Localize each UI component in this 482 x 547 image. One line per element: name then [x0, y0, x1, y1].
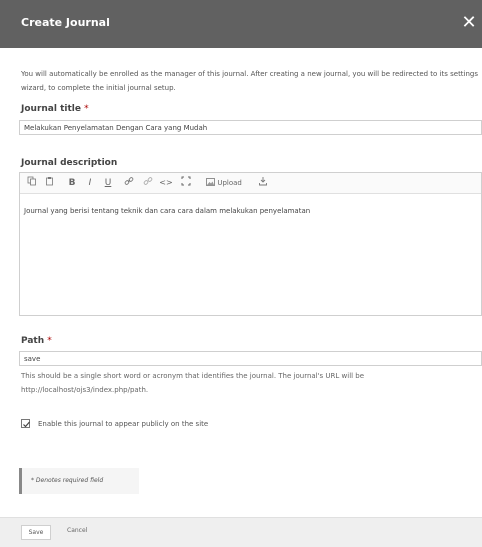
- enable-journal-checkbox[interactable]: [21, 419, 30, 428]
- required-mark: *: [47, 336, 52, 346]
- path-hint: This should be a single short word or ac…: [21, 372, 365, 394]
- required-mark: *: [84, 104, 89, 114]
- create-journal-modal: Create Journal ✕ You will automatically …: [0, 0, 482, 547]
- code-button[interactable]: <>: [159, 176, 173, 190]
- download-icon[interactable]: [256, 176, 270, 190]
- description-editor[interactable]: B I U <> Upload Journal yang berisi tent…: [19, 172, 482, 316]
- intro-text: You will automatically be enrolled as th…: [21, 70, 479, 92]
- underline-button[interactable]: U: [102, 176, 114, 190]
- modal-footer: Save Cancel: [0, 517, 482, 547]
- modal-title: Create Journal: [21, 16, 110, 29]
- journal-description-label: Journal description: [21, 158, 118, 168]
- required-field-note: * Denotes required field: [19, 468, 139, 494]
- path-label-text: Path: [21, 336, 45, 346]
- save-button[interactable]: Save: [21, 525, 51, 540]
- paste-icon[interactable]: [42, 176, 58, 190]
- checkmark-icon: [23, 421, 30, 428]
- enable-journal-label: Enable this journal to appear publicly o…: [38, 420, 209, 428]
- journal-title-input[interactable]: [19, 120, 482, 135]
- upload-label: Upload: [217, 179, 242, 187]
- copy-icon[interactable]: [24, 176, 40, 190]
- upload-button[interactable]: Upload: [198, 176, 250, 190]
- description-text: Journal yang berisi tentang teknik dan c…: [24, 207, 311, 215]
- modal-header: Create Journal ✕: [0, 0, 482, 48]
- fullscreen-icon[interactable]: [179, 176, 193, 190]
- journal-title-label: Journal title *: [21, 104, 89, 114]
- unlink-icon[interactable]: [141, 176, 155, 190]
- close-icon[interactable]: ✕: [458, 12, 480, 34]
- required-field-note-text: * Denotes required field: [31, 477, 104, 484]
- bold-button[interactable]: B: [66, 176, 78, 190]
- path-input[interactable]: [19, 351, 482, 366]
- journal-title-label-text: Journal title: [21, 104, 81, 114]
- cancel-link[interactable]: Cancel: [67, 527, 87, 534]
- italic-button[interactable]: I: [84, 176, 96, 190]
- path-label: Path *: [21, 336, 52, 346]
- editor-toolbar: B I U <> Upload: [20, 173, 481, 194]
- link-icon[interactable]: [122, 176, 136, 190]
- image-icon: [206, 178, 216, 186]
